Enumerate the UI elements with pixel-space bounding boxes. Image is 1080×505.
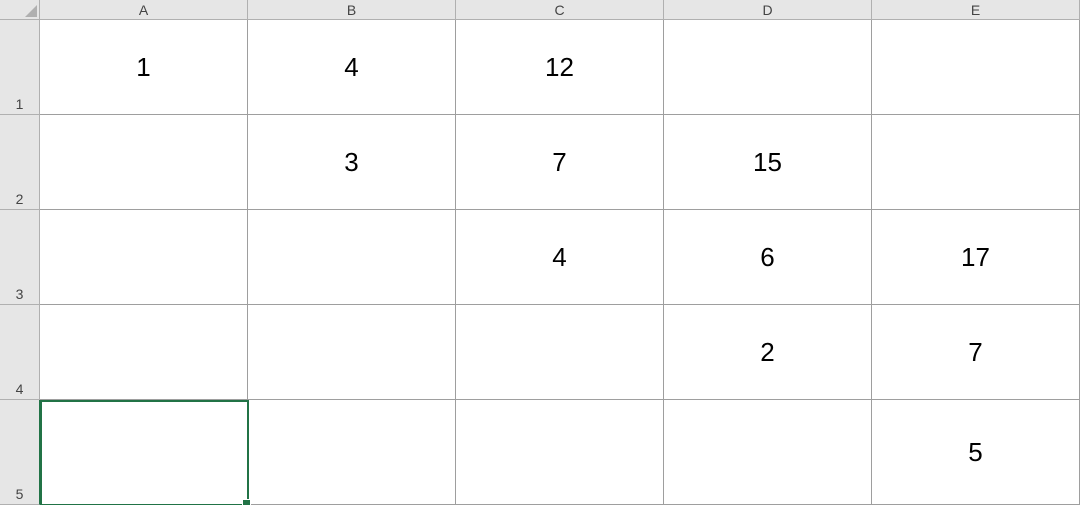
cell-value: 4 bbox=[552, 242, 566, 273]
cell-A5[interactable] bbox=[40, 400, 248, 505]
cell-A1[interactable]: 1 bbox=[40, 20, 248, 115]
cell-value: 15 bbox=[753, 147, 782, 178]
column-header-A[interactable]: A bbox=[40, 0, 248, 20]
select-all-corner[interactable] bbox=[0, 0, 40, 20]
cell-D4[interactable]: 2 bbox=[664, 305, 872, 400]
row-header-1[interactable]: 1 bbox=[0, 20, 40, 115]
cell-C3[interactable]: 4 bbox=[456, 210, 664, 305]
column-header-E[interactable]: E bbox=[872, 0, 1080, 20]
cell-value: 2 bbox=[760, 337, 774, 368]
cell-B5[interactable] bbox=[248, 400, 456, 505]
cell-A4[interactable] bbox=[40, 305, 248, 400]
cell-E1[interactable] bbox=[872, 20, 1080, 115]
row-header-label: 4 bbox=[16, 381, 24, 397]
cell-E4[interactable]: 7 bbox=[872, 305, 1080, 400]
column-header-label: D bbox=[762, 2, 772, 18]
cell-value: 12 bbox=[545, 52, 574, 83]
cell-A2[interactable] bbox=[40, 115, 248, 210]
cell-value: 5 bbox=[968, 437, 982, 468]
cell-value: 3 bbox=[344, 147, 358, 178]
column-header-label: B bbox=[347, 2, 356, 18]
cell-A3[interactable] bbox=[40, 210, 248, 305]
row-header-label: 2 bbox=[16, 191, 24, 207]
cell-E3[interactable]: 17 bbox=[872, 210, 1080, 305]
cell-B4[interactable] bbox=[248, 305, 456, 400]
row-header-2[interactable]: 2 bbox=[0, 115, 40, 210]
row-header-5[interactable]: 5 bbox=[0, 400, 40, 505]
column-header-D[interactable]: D bbox=[664, 0, 872, 20]
select-all-triangle-icon bbox=[25, 5, 37, 17]
column-header-label: C bbox=[554, 2, 564, 18]
cell-value: 1 bbox=[136, 52, 150, 83]
cell-B1[interactable]: 4 bbox=[248, 20, 456, 115]
cell-C1[interactable]: 12 bbox=[456, 20, 664, 115]
row-header-label: 5 bbox=[16, 486, 24, 502]
row-header-label: 3 bbox=[16, 286, 24, 302]
row-header-3[interactable]: 3 bbox=[0, 210, 40, 305]
column-header-label: A bbox=[139, 2, 148, 18]
cell-E2[interactable] bbox=[872, 115, 1080, 210]
column-header-B[interactable]: B bbox=[248, 0, 456, 20]
cell-D2[interactable]: 15 bbox=[664, 115, 872, 210]
column-header-C[interactable]: C bbox=[456, 0, 664, 20]
cell-D3[interactable]: 6 bbox=[664, 210, 872, 305]
cell-B2[interactable]: 3 bbox=[248, 115, 456, 210]
cell-C5[interactable] bbox=[456, 400, 664, 505]
row-header-label: 1 bbox=[16, 96, 24, 112]
cell-D5[interactable] bbox=[664, 400, 872, 505]
cell-value: 7 bbox=[552, 147, 566, 178]
cell-C2[interactable]: 7 bbox=[456, 115, 664, 210]
cell-D1[interactable] bbox=[664, 20, 872, 115]
row-header-4[interactable]: 4 bbox=[0, 305, 40, 400]
column-header-label: E bbox=[971, 2, 980, 18]
cell-value: 7 bbox=[968, 337, 982, 368]
spreadsheet: A B C D E 1 2 3 4 5 1 4 12 3 7 15 4 6 17… bbox=[0, 0, 1080, 505]
cell-value: 17 bbox=[961, 242, 990, 273]
cell-C4[interactable] bbox=[456, 305, 664, 400]
cell-B3[interactable] bbox=[248, 210, 456, 305]
cell-E5[interactable]: 5 bbox=[872, 400, 1080, 505]
cell-value: 6 bbox=[760, 242, 774, 273]
cell-value: 4 bbox=[344, 52, 358, 83]
